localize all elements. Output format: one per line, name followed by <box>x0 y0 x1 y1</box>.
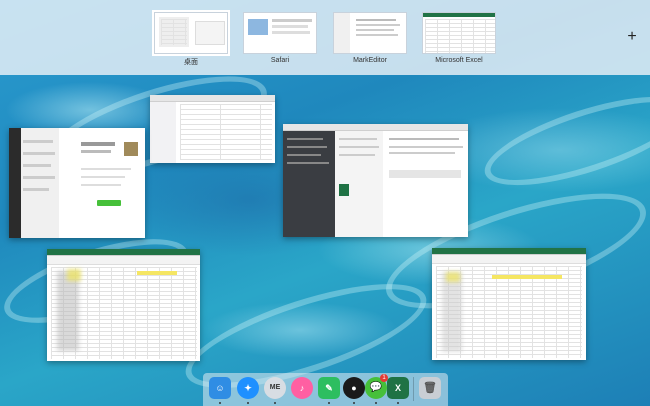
space-thumbnail <box>422 12 496 54</box>
space-thumbnail <box>333 12 407 54</box>
trash-icon[interactable]: 🗑 <box>419 377 441 399</box>
excel-window-right[interactable] <box>432 248 586 360</box>
space-label: MarkEditor <box>353 57 387 64</box>
dock: ☺ ✦ ME ♪ ✎ ● 💬 1 X 🗑 <box>203 373 448 406</box>
space-thumbnail <box>152 10 230 56</box>
finder-window[interactable] <box>150 95 275 163</box>
add-space-button[interactable]: + <box>625 28 639 46</box>
space-safari[interactable]: Safari <box>243 12 317 84</box>
spaces-bar: 桌面 Safari MarkEditor Microsoft Excel + <box>0 0 650 75</box>
markeditor-icon[interactable]: ME <box>264 377 286 399</box>
finder-icon[interactable]: ☺ <box>209 377 231 399</box>
space-label: Microsoft Excel <box>435 57 483 64</box>
running-indicator <box>328 402 330 404</box>
qq-icon[interactable]: ● <box>343 377 365 399</box>
running-indicator <box>219 402 221 404</box>
running-indicator <box>274 402 276 404</box>
space-markeditor[interactable]: MarkEditor <box>333 12 407 84</box>
wechat-window[interactable] <box>9 128 145 238</box>
safari-icon[interactable]: ✦ <box>237 377 259 399</box>
running-indicator <box>353 402 355 404</box>
running-indicator <box>375 402 377 404</box>
dock-separator <box>413 377 414 401</box>
space-label: 桌面 <box>184 59 198 66</box>
markeditor-window[interactable] <box>283 124 468 237</box>
space-thumbnail <box>243 12 317 54</box>
itunes-icon[interactable]: ♪ <box>291 377 313 399</box>
running-indicator <box>397 402 399 404</box>
excel-icon[interactable]: X <box>387 377 409 399</box>
evernote-icon[interactable]: ✎ <box>318 377 340 399</box>
space-desktop[interactable]: 桌面 <box>152 10 230 84</box>
space-microsoft-excel[interactable]: Microsoft Excel <box>422 12 496 84</box>
running-indicator <box>247 402 249 404</box>
space-label: Safari <box>270 57 290 64</box>
excel-window-left[interactable] <box>47 249 200 361</box>
